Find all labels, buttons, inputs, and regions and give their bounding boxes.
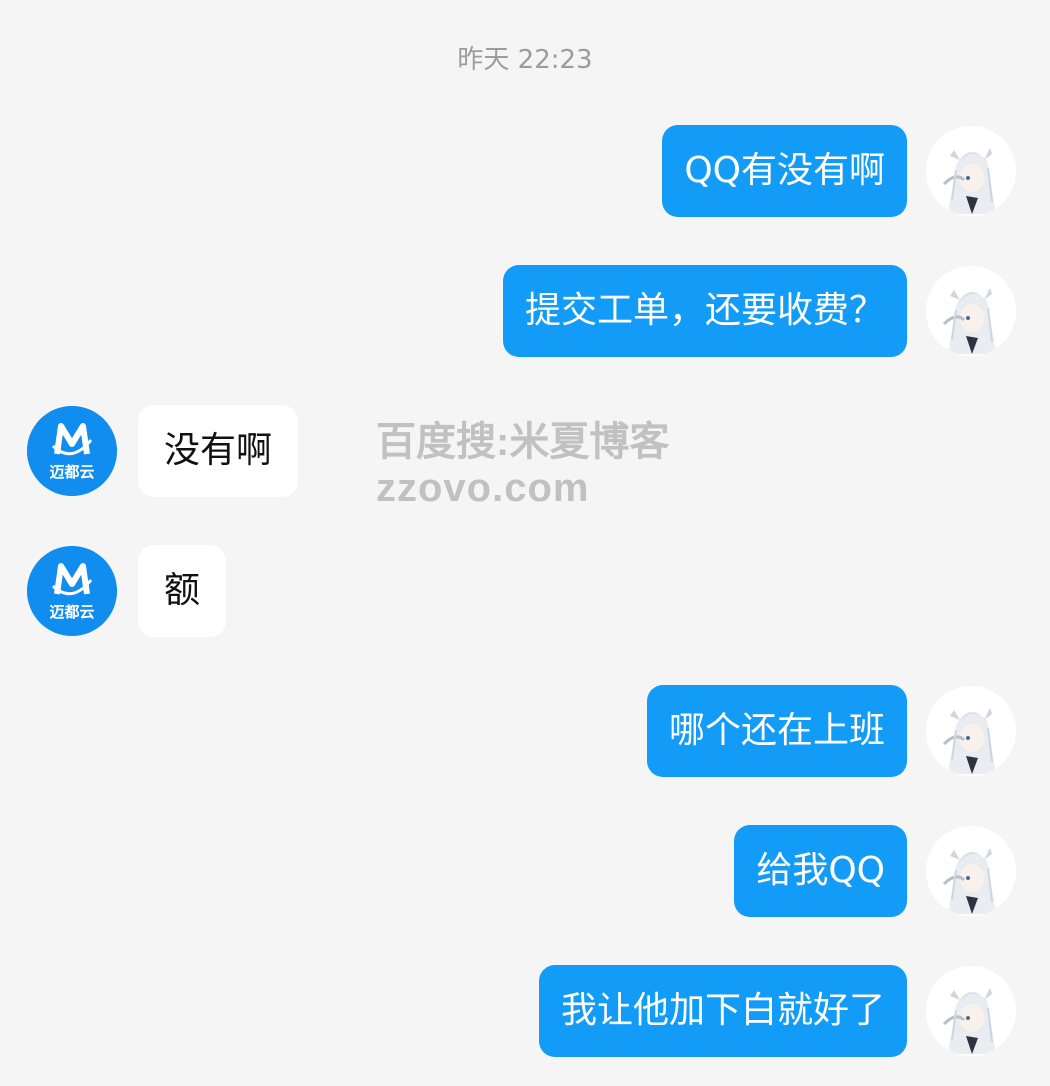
received-message-bubble[interactable]: 额 — [138, 545, 227, 637]
anime-girl-avatar-icon[interactable] — [926, 126, 1016, 216]
maiduyun-logo-icon[interactable]: 迈都云 — [27, 406, 117, 496]
message-row: 提交工单，还要收费？ — [0, 263, 1050, 359]
sent-message-bubble[interactable]: QQ有没有啊 — [662, 125, 907, 217]
message-row: 迈都云 没有啊 — [0, 403, 1050, 499]
anime-girl-avatar-icon[interactable] — [926, 686, 1016, 776]
anime-girl-avatar-icon[interactable] — [926, 826, 1016, 916]
message-row: QQ有没有啊 — [0, 123, 1050, 219]
logo-text: 迈都云 — [49, 463, 95, 481]
maiduyun-logo-icon[interactable]: 迈都云 — [27, 546, 117, 636]
logo-text: 迈都云 — [49, 603, 95, 621]
message-row: 迈都云 额 — [0, 543, 1050, 639]
received-message-bubble[interactable]: 没有啊 — [138, 405, 299, 497]
anime-girl-avatar-icon[interactable] — [926, 966, 1016, 1056]
chat-timestamp: 昨天 22:23 — [457, 45, 593, 75]
message-row: 我让他加下白就好了 — [0, 963, 1050, 1059]
sent-message-bubble[interactable]: 我让他加下白就好了 — [538, 965, 907, 1057]
sent-message-bubble[interactable]: 给我QQ — [734, 825, 907, 917]
sent-message-bubble[interactable]: 哪个还在上班 — [646, 685, 907, 777]
message-row: 给我QQ — [0, 823, 1050, 919]
anime-girl-avatar-icon[interactable] — [926, 266, 1016, 356]
sent-message-bubble[interactable]: 提交工单，还要收费？ — [502, 265, 907, 357]
message-row: 哪个还在上班 — [0, 683, 1050, 779]
